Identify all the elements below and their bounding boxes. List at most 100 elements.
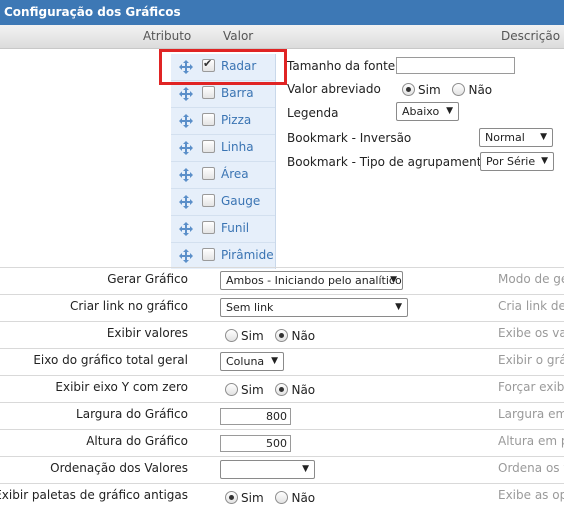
chart-type-checkbox[interactable] xyxy=(202,140,215,153)
chart-type-label: Barra xyxy=(221,86,254,100)
move-handle-icon[interactable] xyxy=(179,87,193,101)
chevron-down-icon: ▼ xyxy=(540,132,547,142)
ordenacao-select[interactable]: ▼ xyxy=(220,460,315,479)
radio-label-nao: Não xyxy=(291,382,316,397)
chart-type-row-pizza[interactable]: Pizza xyxy=(171,108,275,135)
chart-type-checkbox[interactable] xyxy=(202,221,215,234)
abbrev-yes-radio[interactable] xyxy=(402,83,415,96)
chart-type-row-piramide[interactable]: Pirâmide xyxy=(171,243,275,269)
eixo-y-zero-sim-radio[interactable] xyxy=(225,383,238,396)
move-handle-icon[interactable] xyxy=(179,141,193,155)
attr-description: Cria link der xyxy=(498,299,564,313)
column-descricao: Descrição xyxy=(501,29,561,43)
eixo-y-zero-radio-group: Sim Não xyxy=(225,382,323,397)
criar-link-select[interactable]: Sem link ▼ xyxy=(220,298,408,317)
attr-row-ordenacao: Ordenação dos Valores ▼ Ordena os v xyxy=(0,456,564,484)
chart-type-checkbox[interactable] xyxy=(202,86,215,99)
attr-description: Altura em pi xyxy=(498,434,564,448)
attr-label: Exibir valores xyxy=(106,326,188,340)
chevron-down-icon: ▼ xyxy=(541,156,548,166)
legend-select-value: Abaixo xyxy=(402,105,440,118)
radio-label-sim: Sim xyxy=(241,382,264,397)
gerar-grafico-value: Ambos - Iniciando pelo analítico xyxy=(226,274,402,287)
abbrev-no-radio[interactable] xyxy=(452,83,466,96)
attr-label: Eixo do gráfico total geral xyxy=(33,353,188,367)
chart-type-row-area[interactable]: Área xyxy=(171,162,275,189)
selection-highlight xyxy=(159,49,287,85)
paletas-antigas-sim-radio[interactable] xyxy=(225,491,238,504)
chevron-down-icon: ▼ xyxy=(446,106,453,116)
bookmark-inversao-value: Normal xyxy=(485,131,525,144)
attr-row-altura: Altura do Gráfico 500 Altura em pi xyxy=(0,429,564,457)
paletas-antigas-nao-radio[interactable] xyxy=(275,491,289,504)
move-handle-icon[interactable] xyxy=(179,195,193,209)
radio-label-nao: Não xyxy=(291,490,316,505)
chart-type-label: Funil xyxy=(221,221,250,235)
chart-type-row-barra[interactable]: Barra xyxy=(171,81,275,108)
move-handle-icon[interactable] xyxy=(179,114,193,128)
move-handle-icon[interactable] xyxy=(179,249,193,263)
bookmark-inversao-label: Bookmark - Inversão xyxy=(287,131,412,145)
radio-label-sim: Sim xyxy=(241,490,264,505)
chart-type-checkbox[interactable] xyxy=(202,167,215,180)
attr-label: Exibir eixo Y com zero xyxy=(55,380,188,394)
legend-select[interactable]: Abaixo ▼ xyxy=(396,102,459,121)
chart-type-label: Pizza xyxy=(221,113,252,127)
bookmark-inversao-select[interactable]: Normal ▼ xyxy=(479,128,553,147)
exibir-valores-sim-radio[interactable] xyxy=(225,329,238,342)
column-atributo: Atributo xyxy=(143,29,192,43)
attr-row-eixo-y-zero: Exibir eixo Y com zero Sim Não Forçar ex… xyxy=(0,375,564,403)
chart-type-checkbox[interactable] xyxy=(202,113,215,126)
chart-type-row-linha[interactable]: Linha xyxy=(171,135,275,162)
attr-description: Exibe as ope xyxy=(498,488,564,502)
attr-row-gerar-grafico: Gerar Gráfico Ambos - Iniciando pelo ana… xyxy=(0,267,564,295)
attr-row-criar-link: Criar link no gráfico Sem link ▼ Cria li… xyxy=(0,294,564,322)
panel-title: Configuração dos Gráficos xyxy=(0,0,564,25)
altura-input[interactable]: 500 xyxy=(220,435,291,452)
eixo-total-select[interactable]: Coluna ▼ xyxy=(220,352,284,371)
largura-input[interactable]: 800 xyxy=(220,408,291,425)
attr-row-exibir-valores: Exibir valores Sim Não Exibe os val xyxy=(0,321,564,349)
move-handle-icon[interactable] xyxy=(179,168,193,182)
chevron-down-icon: ▼ xyxy=(271,356,278,366)
column-valor: Valor xyxy=(223,29,254,43)
attr-description: Largura em xyxy=(498,407,564,421)
attr-row-largura: Largura do Gráfico 800 Largura em xyxy=(0,402,564,430)
paletas-antigas-radio-group: Sim Não xyxy=(225,490,323,505)
chart-type-row-gauge[interactable]: Gauge xyxy=(171,189,275,216)
bookmark-agrupamento-select[interactable]: Por Série ▼ xyxy=(480,152,554,171)
chevron-down-icon: ▼ xyxy=(395,302,402,312)
attr-label: Exibir paletas de gráfico antigas xyxy=(0,488,188,502)
attr-description: Ordena os v xyxy=(498,461,564,475)
attr-row-eixo-total: Eixo do gráfico total geral Coluna ▼ Exi… xyxy=(0,348,564,376)
attr-description: Exibe os val xyxy=(498,326,564,340)
legend-label: Legenda xyxy=(287,106,339,120)
font-size-label: Tamanho da fonte xyxy=(287,59,396,73)
bookmark-agrupamento-value: Por Série xyxy=(486,155,536,168)
attr-row-paletas-antigas: Exibir paletas de gráfico antigas Sim Nã… xyxy=(0,483,564,511)
chart-type-row-funil[interactable]: Funil xyxy=(171,216,275,243)
exibir-valores-nao-radio[interactable] xyxy=(275,329,289,342)
attr-label: Criar link no gráfico xyxy=(70,299,188,313)
eixo-y-zero-nao-radio[interactable] xyxy=(275,383,289,396)
chart-type-checkbox[interactable] xyxy=(202,248,215,261)
abbrev-no-label: Não xyxy=(468,82,493,97)
chart-type-label: Gauge xyxy=(221,194,261,208)
eixo-total-value: Coluna xyxy=(226,355,265,368)
chevron-down-icon: ▼ xyxy=(302,464,309,474)
criar-link-value: Sem link xyxy=(226,301,274,314)
attr-label: Ordenação dos Valores xyxy=(50,461,188,475)
chart-type-label: Pirâmide xyxy=(221,248,274,262)
font-size-input[interactable] xyxy=(396,57,515,74)
abbrev-label: Valor abreviado xyxy=(287,82,381,96)
abbrev-yes-label: Sim xyxy=(418,82,441,97)
chart-type-list: Radar Barra Pizza Linha Área Gauge Funil… xyxy=(171,54,276,269)
gerar-grafico-select[interactable]: Ambos - Iniciando pelo analítico ▼ xyxy=(220,271,403,290)
exibir-valores-radio-group: Sim Não xyxy=(225,328,323,343)
radio-label-nao: Não xyxy=(291,328,316,343)
abbrev-radio-group: Sim Não xyxy=(402,82,500,97)
chart-type-checkbox[interactable] xyxy=(202,194,215,207)
attr-label: Largura do Gráfico xyxy=(76,407,188,421)
chevron-down-icon: ▼ xyxy=(390,275,397,285)
move-handle-icon[interactable] xyxy=(179,222,193,236)
